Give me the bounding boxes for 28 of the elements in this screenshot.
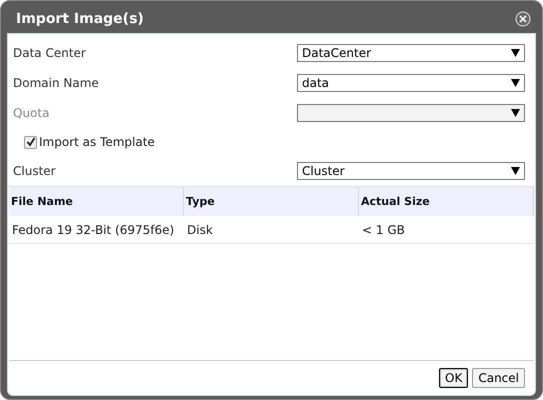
checkmark-icon: [26, 137, 36, 147]
field-label: Domain Name: [13, 76, 99, 90]
dropdown[interactable]: Cluster: [297, 162, 525, 180]
caret-icon: [511, 167, 520, 175]
checkbox-label[interactable]: Import as Template: [39, 135, 155, 149]
column-header: Actual Size: [359, 187, 534, 216]
dropdown-value: Cluster: [302, 164, 345, 178]
close-icon[interactable]: [515, 11, 531, 27]
field-label: Quota: [13, 106, 50, 120]
column-header: File Name: [9, 187, 184, 216]
caret-icon: [511, 79, 520, 87]
dropdown-value: DataCenter: [302, 46, 372, 60]
caret-icon: [511, 49, 520, 57]
table-cell-text: Fedora 19 32-Bit (6975f6e): [11, 222, 176, 238]
field-label: Data Center: [13, 46, 86, 60]
dropdown-value: data: [302, 76, 330, 90]
dropdown[interactable]: [297, 104, 525, 122]
column-header: Type: [184, 187, 359, 216]
caret-icon: [511, 109, 520, 117]
checkbox[interactable]: [24, 136, 37, 148]
dropdown[interactable]: data: [297, 74, 525, 92]
table-cell-text: Disk: [186, 222, 214, 238]
field-label: Cluster: [13, 164, 56, 178]
dropdown[interactable]: DataCenter: [297, 44, 525, 62]
cancel-button[interactable]: Cancel: [472, 368, 525, 388]
window-title: Import Image(s): [16, 11, 144, 27]
table-cell-text: < 1 GB: [361, 222, 406, 238]
ok-button[interactable]: OK: [439, 368, 468, 388]
